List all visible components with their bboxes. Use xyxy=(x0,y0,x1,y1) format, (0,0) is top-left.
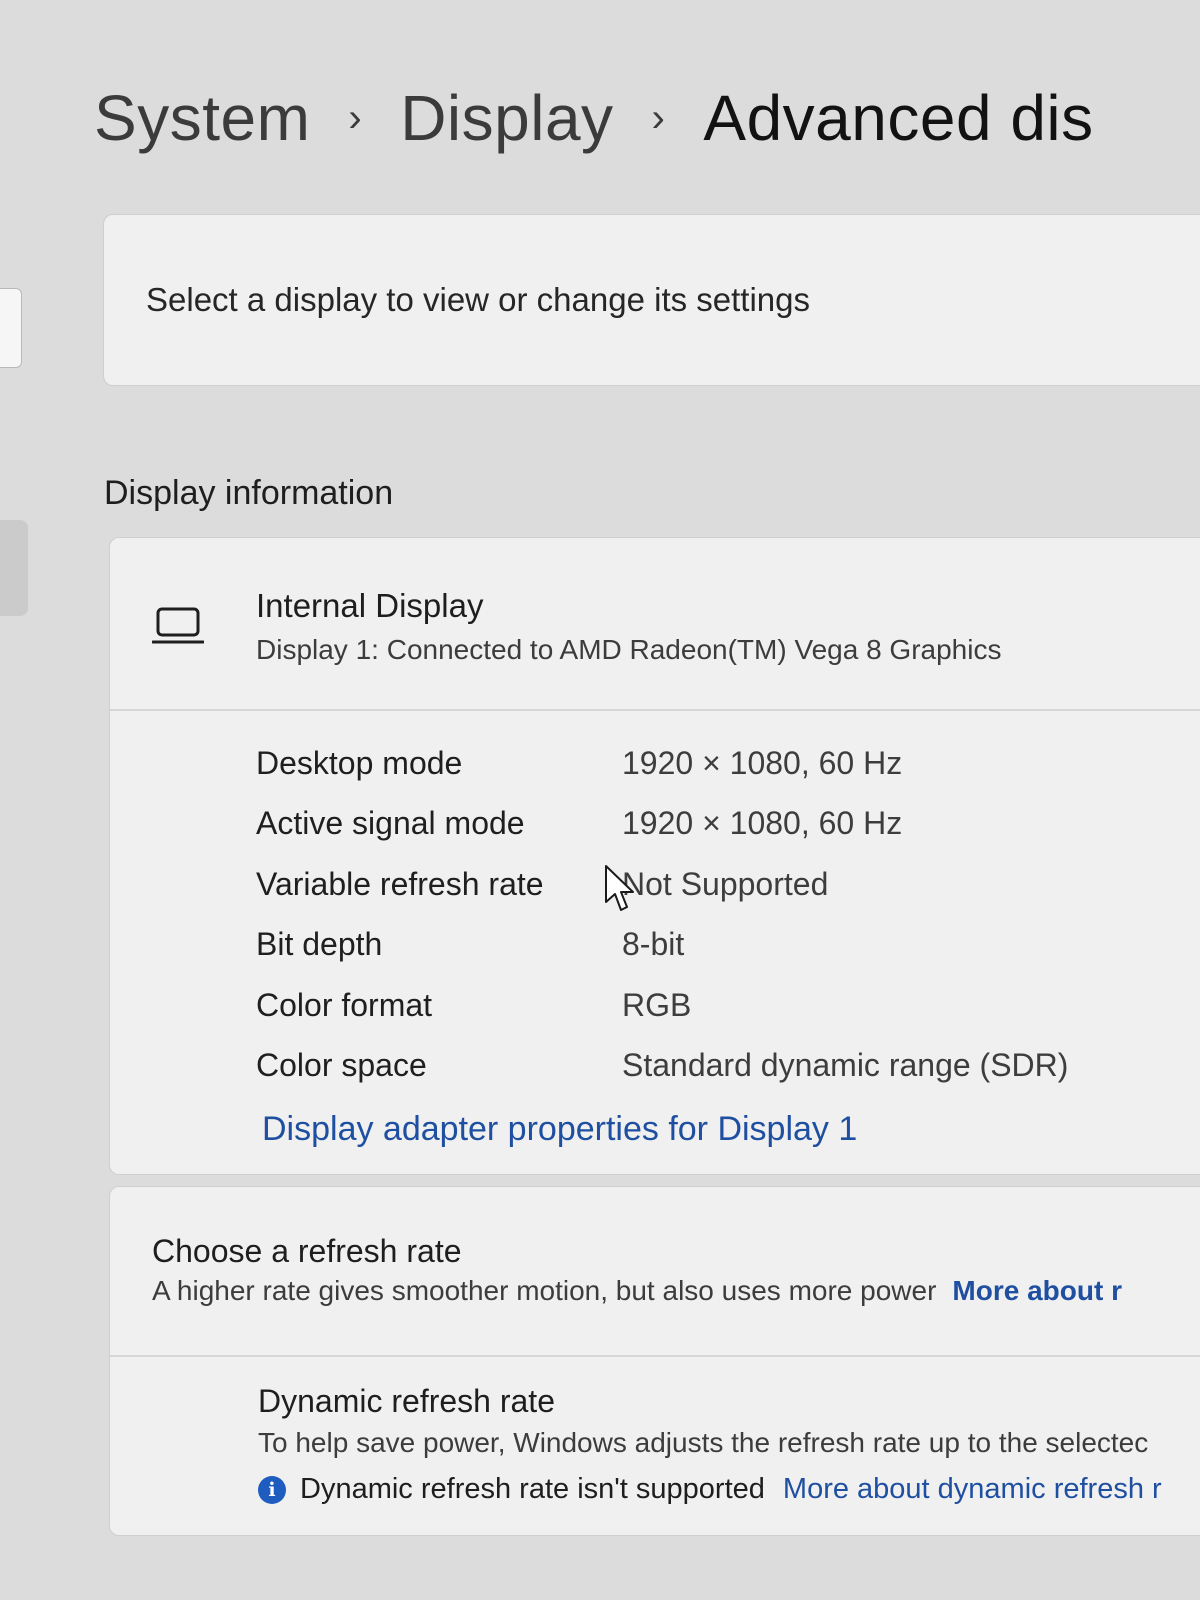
dynamic-refresh-rate-title: Dynamic refresh rate xyxy=(258,1383,555,1419)
display-name: Internal Display xyxy=(256,587,484,624)
refresh-rate-title: Choose a refresh rate xyxy=(152,1233,462,1269)
breadcrumb-display[interactable]: Display xyxy=(400,81,613,155)
laptop-icon xyxy=(152,607,204,644)
dynamic-refresh-rate-description: To help save power, Windows adjusts the … xyxy=(258,1427,1149,1458)
property-row: Active signal mode 1920 × 1080, 60 Hz xyxy=(256,794,1068,855)
display-adapter-properties-link[interactable]: Display adapter properties for Display 1 xyxy=(262,1110,857,1149)
property-name: Bit depth xyxy=(256,926,383,963)
property-row: Color space Standard dynamic range (SDR) xyxy=(256,1036,1068,1097)
display-properties: Desktop mode 1920 × 1080, 60 Hz Active s… xyxy=(256,733,1068,1096)
display-information-header: Internal Display Display 1: Connected to… xyxy=(110,538,1200,711)
refresh-rate-description: A higher rate gives smoother motion, but… xyxy=(152,1275,1122,1307)
more-about-dynamic-refresh-link[interactable]: More about dynamic refresh r xyxy=(783,1473,1162,1506)
property-value: Not Supported xyxy=(622,865,829,902)
display-connection: Display 1: Connected to AMD Radeon(TM) V… xyxy=(256,634,1002,665)
property-row: Bit depth 8-bit xyxy=(256,915,1068,976)
breadcrumb-system[interactable]: System xyxy=(94,81,310,155)
refresh-rate-description-text: A higher rate gives smoother motion, but… xyxy=(152,1275,937,1306)
page-title: Advanced dis xyxy=(703,82,1094,154)
property-row: Desktop mode 1920 × 1080, 60 Hz xyxy=(256,733,1068,794)
property-value: 8-bit xyxy=(622,926,685,963)
display-information-card: Internal Display Display 1: Connected to… xyxy=(109,537,1200,1175)
property-name: Desktop mode xyxy=(256,744,463,781)
left-edge-panel xyxy=(0,520,28,616)
breadcrumb: System › Display › Advanced dis xyxy=(94,78,1094,158)
property-name: Variable refresh rate xyxy=(256,865,544,902)
property-value: RGB xyxy=(622,986,692,1023)
property-row: Variable refresh rate Not Supported xyxy=(256,854,1068,915)
info-icon: i xyxy=(258,1475,286,1504)
more-about-refresh-rate-link[interactable]: More about r xyxy=(952,1275,1122,1306)
display-information-heading: Display information xyxy=(104,474,394,512)
refresh-rate-card: Choose a refresh rate A higher rate give… xyxy=(109,1186,1200,1536)
mouse-cursor-icon xyxy=(605,865,634,911)
dynamic-refresh-rate-note-text: Dynamic refresh rate isn't supported xyxy=(300,1473,765,1505)
collapsed-side-button[interactable] xyxy=(0,288,22,368)
select-display-label: Select a display to view or change its s… xyxy=(146,281,811,318)
property-row: Color format RGB xyxy=(256,975,1068,1036)
chevron-right-icon: › xyxy=(348,95,363,140)
dynamic-refresh-rate-note: i Dynamic refresh rate isn't supported M… xyxy=(258,1473,1162,1506)
property-name: Color space xyxy=(256,1047,427,1084)
property-name: Color format xyxy=(256,986,433,1023)
select-display-card: Select a display to view or change its s… xyxy=(103,214,1200,386)
choose-refresh-rate-row: Choose a refresh rate A higher rate give… xyxy=(110,1187,1200,1357)
chevron-right-icon: › xyxy=(651,95,666,140)
property-name: Active signal mode xyxy=(256,805,525,842)
property-value: Standard dynamic range (SDR) xyxy=(622,1047,1069,1084)
property-value: 1920 × 1080, 60 Hz xyxy=(622,744,903,781)
property-value: 1920 × 1080, 60 Hz xyxy=(622,805,903,842)
